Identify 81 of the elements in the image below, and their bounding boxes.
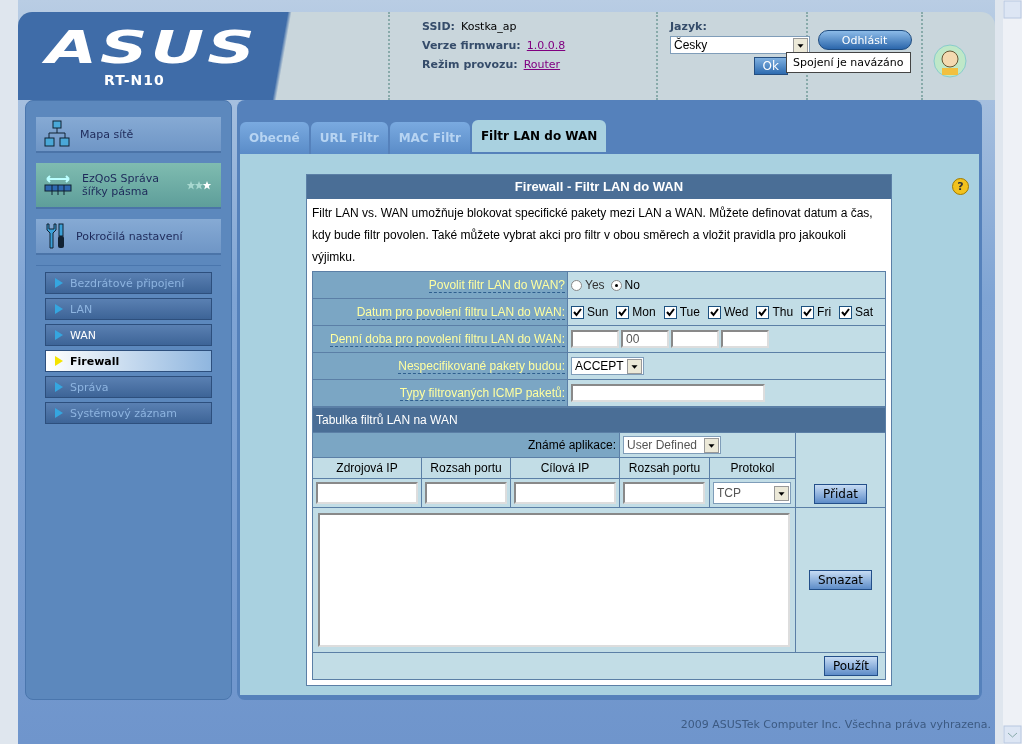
sidebar-item[interactable]: Mapa sítě [36,117,221,153]
checkbox-icon[interactable] [663,305,677,319]
field-label: Povolit filtr LAN do WAN? [428,278,565,293]
day-option[interactable]: Wed [707,305,749,319]
copyright-text: 2009 ASUSTek Computer Inc. Všechna práva vyhrazena. [679,717,992,731]
radio-icon[interactable] [610,279,622,291]
field-label: Datum pro povolení filtru LAN do WAN: [356,305,565,320]
time-field[interactable]: 00 [621,330,669,348]
mode-link[interactable]: Router [523,58,561,71]
info-label: Režim provozu: [422,58,518,71]
time-field[interactable] [721,330,769,348]
caret-icon [774,485,789,501]
checkbox-icon[interactable] [616,305,630,319]
scrollbar[interactable] [1003,0,1022,744]
checkbox-icon[interactable] [571,305,584,319]
firmware-link[interactable]: 1.0.0.8 [526,39,566,52]
avatar-icon [933,44,967,78]
info-value: Kostka_ap [461,20,517,33]
triangle-icon [54,277,64,289]
field-label: Nespecifikované pakety budou: [398,359,565,374]
field-label: Typy filtrovaných ICMP paketů: [399,386,565,401]
column-header: Zdrojová IP [336,461,398,475]
icmp-field[interactable] [571,384,765,402]
table-title: Tabulka filtrů LAN na WAN [316,413,458,427]
bandwidth-icon [44,174,72,196]
form-title: Firewall - Filtr LAN do WAN [307,175,891,199]
delete-button[interactable]: Smazat [809,570,872,590]
day-option[interactable]: Tue [663,305,700,319]
model-name: RT-N10 [104,72,165,88]
checkbox-icon[interactable] [801,305,815,319]
column-header: Protokol [730,461,775,475]
radio-option[interactable]: Yes [571,278,605,292]
triangle-icon [54,355,64,367]
triangle-icon [54,329,64,341]
day-option[interactable]: Sun [571,305,609,319]
column-header: Rozsah portu [430,461,502,475]
triangle-icon [54,303,64,315]
caret-icon [627,358,642,374]
rule-field[interactable] [316,482,418,504]
column-header: Rozsah portu [628,461,701,475]
column-header: Cílová IP [540,461,590,475]
submenu-item[interactable]: Firewall [45,350,212,372]
stars-icon [187,180,213,190]
info-label: Verze firmwaru: [422,39,521,52]
sidebar-item[interactable]: Pokročilá nastavení [36,219,221,255]
day-option[interactable]: Mon [616,305,656,319]
field-label: Denní doba pro povolení filtru LAN do WAN: [330,332,565,347]
apps-select[interactable]: User Defined [623,436,721,454]
protocol-select[interactable]: TCP [713,482,791,504]
info-label: SSID: [422,20,455,33]
checkbox-icon[interactable] [839,305,853,319]
add-button[interactable]: Přidat [814,484,867,504]
caret-icon [704,437,719,453]
time-field[interactable] [571,330,619,348]
day-option[interactable]: Sat [839,305,874,319]
apply-button[interactable]: Použít [823,656,878,676]
language-label: Jazyk: [670,20,708,33]
radio-icon[interactable] [571,279,582,291]
day-option[interactable]: Fri [801,305,832,319]
help-icon[interactable]: ? [952,178,969,195]
rule-field[interactable] [425,482,507,504]
tab[interactable]: Filtr LAN do WAN [471,120,607,152]
rule-field[interactable] [514,482,616,504]
sidebar-item[interactable]: EzQoS Správa šířky pásma [36,163,221,209]
time-field[interactable] [671,330,719,348]
apps-label: Známé aplikace: [527,438,616,452]
checkbox-icon[interactable] [756,305,770,319]
rule-field[interactable] [623,482,705,504]
triangle-icon [54,407,64,419]
status-tooltip: Spojení je navázáno [786,52,911,73]
triangle-icon [54,381,64,393]
tools-icon [44,222,66,250]
radio-option[interactable]: No [610,278,640,292]
form-description: Filtr LAN vs. WAN umožňuje blokovat specifické pakety mezi LAN a WAN. Můžete definovat datum a čas, kdy bude filtr povolen. Také můžete vybrat akci pro filtr v obou směrech a vložit pravidla pro jakoukoli výjimku. [311,205,874,266]
submenu-item[interactable]: WAN [45,324,212,346]
caret-icon [793,37,808,53]
day-option[interactable]: Thu [756,305,794,319]
language-select[interactable]: Česky [670,36,810,54]
checkbox-icon[interactable] [707,305,721,319]
network-icon [44,120,70,148]
packet-action-select[interactable]: ACCEPT [571,357,644,375]
